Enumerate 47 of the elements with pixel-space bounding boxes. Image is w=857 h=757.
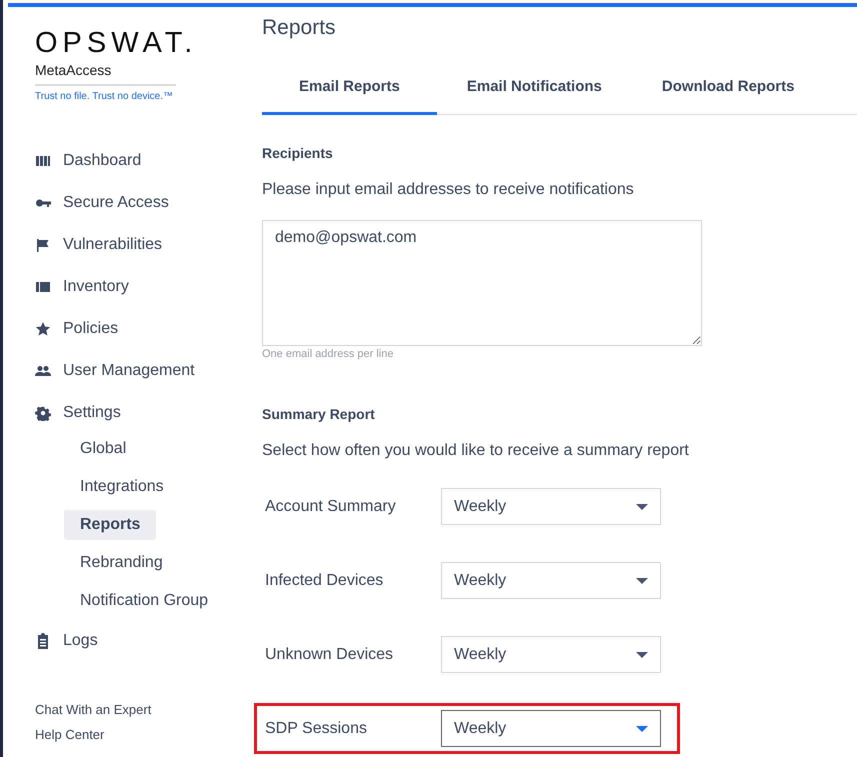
tab[interactable]: Download Reports [632, 66, 824, 115]
footer-link[interactable]: Help Center [35, 727, 250, 742]
caret-icon [636, 504, 648, 510]
page-title: Reports [262, 16, 337, 40]
nav-item[interactable]: Policies [35, 308, 250, 350]
nav-item[interactable]: Vulnerabilities [35, 224, 250, 266]
nav-item[interactable]: Settings [35, 392, 250, 434]
nav-subitem[interactable]: Notification Group [64, 586, 224, 616]
tab[interactable]: Email Notifications [436, 66, 632, 115]
nav-subitem[interactable]: Reports [64, 510, 156, 540]
caret-icon [636, 578, 648, 584]
nav-subitem[interactable]: Rebranding [64, 548, 179, 578]
clipboard-icon [35, 633, 51, 649]
field-label: Unknown Devices [265, 646, 394, 664]
field-label: Infected Devices [265, 572, 384, 590]
email-field[interactable]: demo@opswat.com [262, 220, 702, 346]
people-icon [35, 363, 51, 379]
tagline: Trust no file. Trust no device.™ [35, 91, 174, 102]
product-name: MetaAccess [35, 62, 176, 86]
field-label: SDP Sessions [265, 720, 368, 738]
section-description: Please input email addresses to receive notifications [262, 181, 635, 199]
dashboard-icon [35, 153, 51, 169]
section-heading: Recipients [262, 145, 334, 161]
frequency-dropdown[interactable]: Weekly [441, 710, 661, 747]
nav-subitem[interactable]: Global [64, 434, 142, 464]
frequency-dropdown[interactable]: Weekly [441, 488, 661, 525]
nav-item[interactable]: Secure Access [35, 182, 250, 224]
field-label: Account Summary [265, 498, 397, 516]
logo: OPSWAT. [35, 28, 198, 58]
tab[interactable]: Email Reports [262, 66, 437, 115]
nav-item[interactable]: Logs [35, 620, 250, 662]
caret-icon [636, 652, 648, 658]
nav-item[interactable]: Inventory [35, 266, 250, 308]
frequency-dropdown[interactable]: Weekly [441, 636, 661, 673]
caret-icon [636, 726, 648, 732]
section-description: Select how often you would like to receive a summary report [262, 442, 690, 460]
nav-subitem[interactable]: Integrations [64, 472, 180, 502]
frequency-dropdown[interactable]: Weekly [441, 562, 661, 599]
flag-icon [35, 237, 51, 253]
field-hint: One email address per line [262, 348, 394, 360]
nav-item[interactable]: User Management [35, 350, 250, 392]
nav-item[interactable]: Dashboard [35, 140, 250, 182]
section-heading: Summary Report [262, 406, 376, 422]
settings-icon [35, 405, 51, 421]
inventory-icon [35, 279, 51, 295]
footer-link[interactable]: Chat With an Expert [35, 702, 250, 717]
star-icon [35, 321, 51, 337]
